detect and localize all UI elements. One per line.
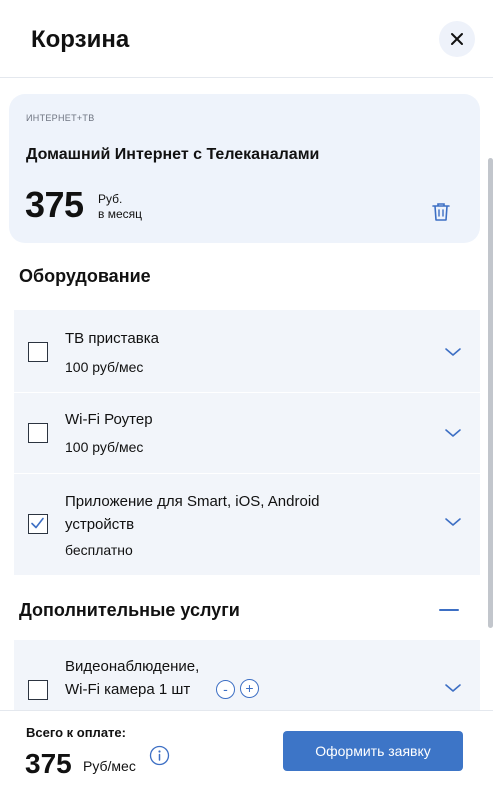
- chevron-down-icon[interactable]: [443, 681, 463, 695]
- total-price: 375: [25, 748, 72, 779]
- tariff-period: в месяц: [98, 207, 143, 221]
- trash-icon: [432, 203, 450, 221]
- increase-quantity-button[interactable]: +: [240, 679, 259, 698]
- equipment-item-app: Приложение для Smart, iOS, Android устро…: [14, 474, 480, 575]
- equipment-item-wifi-router: Wi-Fi Роутер 100 руб/мес: [14, 393, 480, 473]
- close-button[interactable]: [439, 21, 475, 57]
- tariff-category: ИНТЕРНЕТ+ТВ: [26, 113, 95, 123]
- chevron-down-icon[interactable]: [443, 345, 463, 359]
- tariff-price: 375: [25, 184, 84, 225]
- tariff-name: Домашний Интернет с Телеканалами: [26, 146, 320, 163]
- checkmark-icon: [31, 517, 44, 529]
- item-name-line-1: Приложение для Smart, iOS, Android: [65, 493, 320, 510]
- cart-content[interactable]: ИНТЕРНЕТ+ТВ Домашний Интернет с Телекана…: [0, 78, 493, 710]
- item-price: бесплатно: [65, 542, 133, 558]
- scrollbar[interactable]: [488, 158, 493, 628]
- decrease-quantity-button[interactable]: -: [216, 680, 235, 699]
- item-price: 100 руб/мес: [65, 359, 144, 375]
- item-name: Wi-Fi Роутер: [65, 411, 153, 428]
- item-name-line-2: Wi-Fi камера 1 шт: [65, 681, 191, 698]
- close-icon: [451, 33, 463, 45]
- tariff-card: ИНТЕРНЕТ+ТВ Домашний Интернет с Телекана…: [9, 94, 480, 243]
- tariff-currency: Руб.: [98, 192, 123, 206]
- wifi-router-checkbox[interactable]: [28, 423, 48, 443]
- item-price: 100 руб/мес: [65, 439, 144, 455]
- delete-tariff-button[interactable]: [429, 200, 453, 224]
- equipment-item-tv-box: ТВ приставка 100 руб/мес: [14, 310, 480, 392]
- minus-icon[interactable]: [438, 602, 460, 618]
- total-unit: Руб/мес: [83, 758, 136, 774]
- service-item-video-surveillance: Видеонаблюдение, Wi-Fi камера 1 шт - +: [14, 640, 480, 710]
- equipment-section-title: Оборудование: [19, 266, 151, 286]
- video-surveillance-checkbox[interactable]: [28, 680, 48, 700]
- chevron-down-icon[interactable]: [443, 515, 463, 529]
- tv-box-checkbox[interactable]: [28, 342, 48, 362]
- page-title: Корзина: [31, 26, 130, 53]
- chevron-down-icon[interactable]: [443, 426, 463, 440]
- item-name-line-1: Видеонаблюдение,: [65, 658, 200, 675]
- item-name-line-2: устройств: [65, 516, 135, 533]
- total-label: Всего к оплате:: [26, 725, 126, 740]
- info-button[interactable]: [149, 745, 170, 766]
- checkout-footer: Всего к оплате: 375 Руб/мес Оформить зая…: [0, 710, 493, 790]
- services-section-title: Дополнительные услуги: [19, 600, 240, 620]
- app-checkbox[interactable]: [28, 514, 48, 534]
- submit-order-button[interactable]: Оформить заявку: [283, 731, 463, 771]
- item-name: ТВ приставка: [65, 330, 159, 347]
- cart-header: Корзина: [0, 0, 493, 78]
- info-icon: [149, 745, 170, 766]
